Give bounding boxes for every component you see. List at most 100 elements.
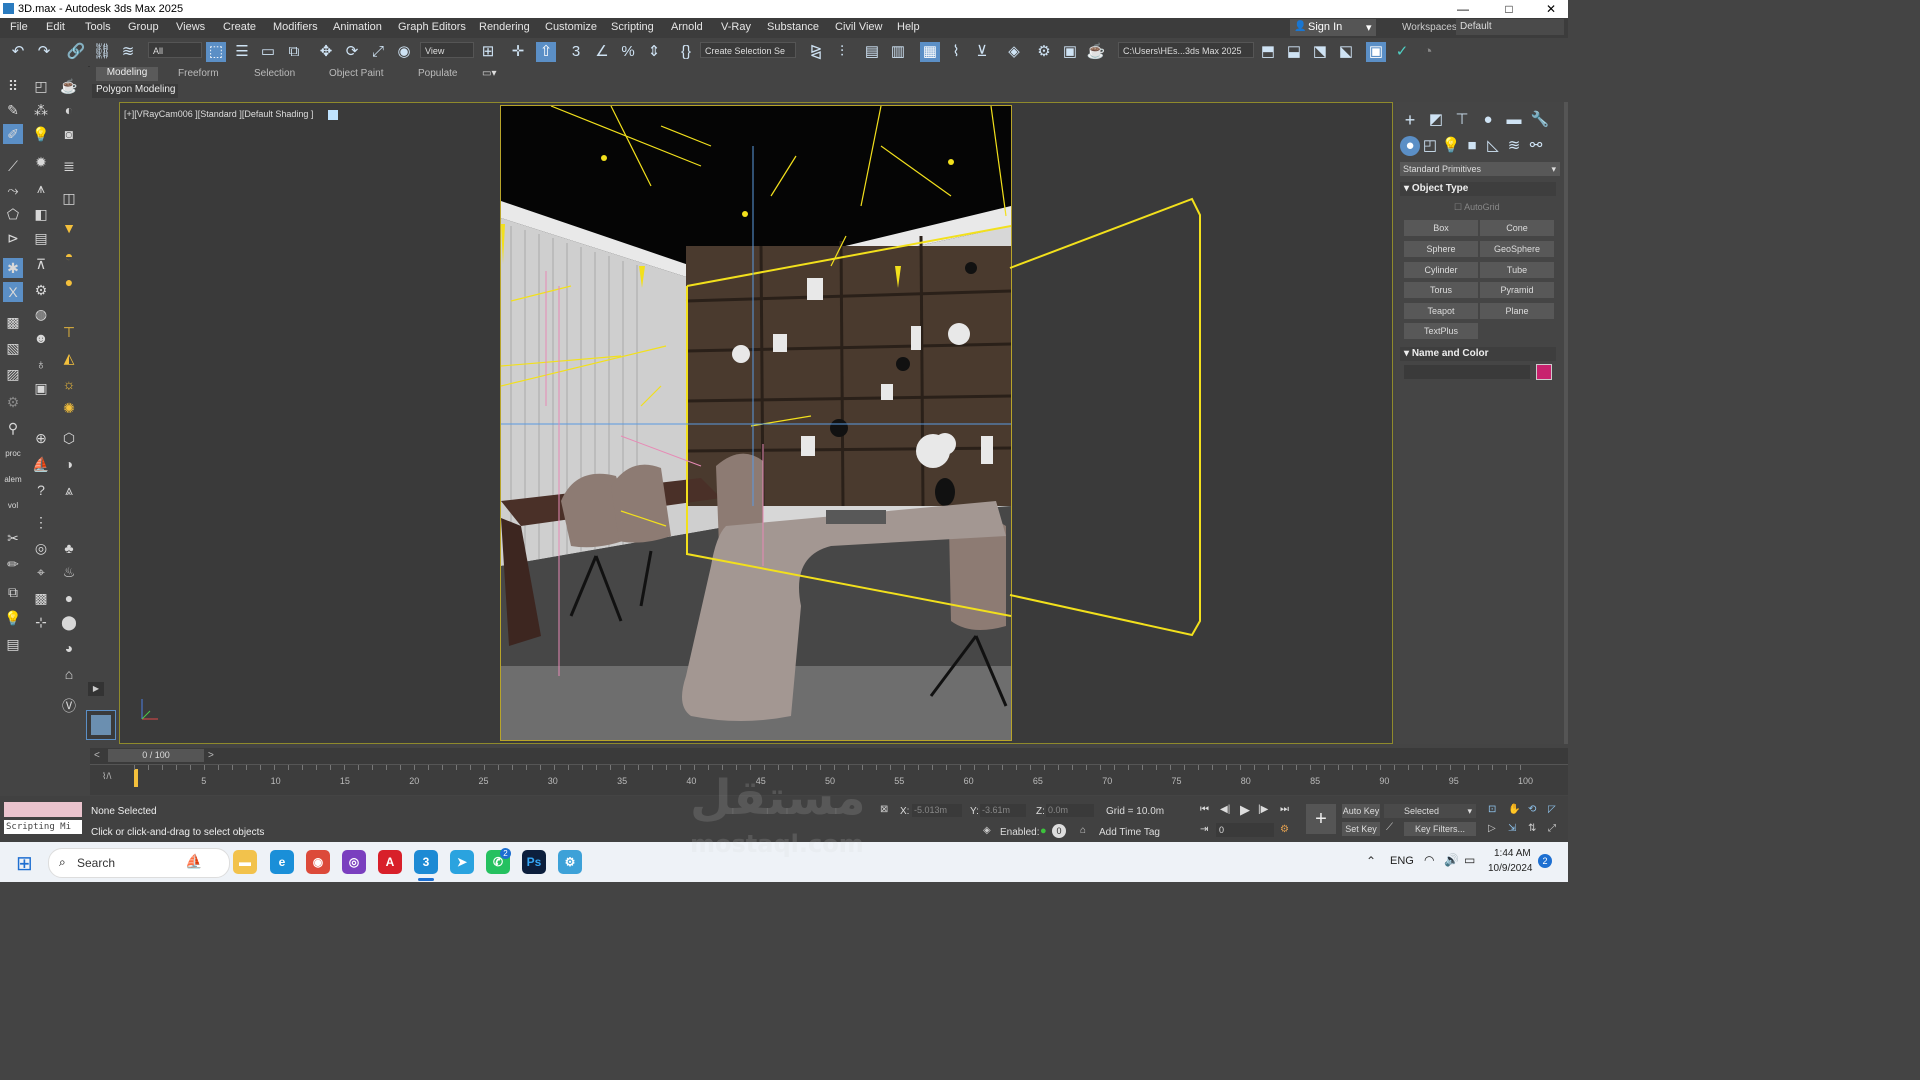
create-geometry-icon[interactable]: ◰ bbox=[31, 76, 51, 96]
vol-icon[interactable]: vol bbox=[3, 496, 23, 516]
mesh-light-icon[interactable]: ◭ bbox=[59, 348, 79, 368]
key-mode-icon[interactable]: ⇥ bbox=[1200, 824, 1208, 835]
pyramid-button[interactable]: Pyramid bbox=[1480, 282, 1554, 298]
enabled-count[interactable]: 0 bbox=[1052, 824, 1066, 838]
maximize-viewport-icon[interactable]: ⤢ bbox=[1548, 823, 1556, 834]
sphere-light-icon[interactable]: ● bbox=[59, 272, 79, 292]
paint-icon[interactable]: ✏ bbox=[3, 554, 23, 574]
clock-time[interactable]: 1:44 AM bbox=[1494, 848, 1531, 859]
pen-icon[interactable]: ✎ bbox=[3, 100, 23, 120]
menu-civil-view[interactable]: Civil View bbox=[835, 21, 882, 33]
project-icon-1[interactable]: ⬒ bbox=[1258, 42, 1278, 62]
time-configuration-icon[interactable]: ⚙ bbox=[1280, 824, 1289, 835]
curve-editor-icon[interactable]: ⌇ bbox=[946, 42, 966, 62]
zoom-extents-icon[interactable]: ⊡ bbox=[1488, 804, 1496, 815]
next-frame-icon[interactable]: |▶ bbox=[1258, 804, 1268, 815]
menu-rendering[interactable]: Rendering bbox=[479, 21, 530, 33]
snap-tool-icon[interactable]: ✱ bbox=[3, 258, 23, 278]
motion-tab-icon[interactable]: ● bbox=[1478, 110, 1498, 130]
x-coordinate-input[interactable]: -5.013m bbox=[912, 804, 962, 817]
place-icon[interactable]: ◉ bbox=[394, 42, 414, 62]
menu-scripting[interactable]: Scripting bbox=[611, 21, 654, 33]
camera-icon[interactable]: ◙ bbox=[59, 124, 79, 144]
z-coordinate-input[interactable]: 0.0m bbox=[1046, 804, 1094, 817]
menu-edit[interactable]: Edit bbox=[46, 21, 65, 33]
menu-help[interactable]: Help bbox=[897, 21, 920, 33]
align-icon[interactable]: ⫶ bbox=[832, 42, 852, 62]
time-slider-next[interactable]: > bbox=[208, 750, 214, 761]
angle-snap-icon[interactable]: ∠ bbox=[592, 42, 612, 62]
arrange-icon[interactable]: ⊹ bbox=[31, 612, 51, 632]
project-icon-4[interactable]: ⬕ bbox=[1336, 42, 1356, 62]
project-icon-3[interactable]: ⬔ bbox=[1310, 42, 1330, 62]
gear-icon[interactable]: ⚙ bbox=[31, 280, 51, 300]
bulb-outline-icon[interactable]: ♁ bbox=[31, 354, 51, 374]
set-key-button[interactable]: Set Key bbox=[1342, 822, 1380, 836]
array-icon[interactable]: ⁂ bbox=[31, 100, 51, 120]
select-tool-icon[interactable]: ⊳ bbox=[3, 228, 23, 248]
lights-category-icon[interactable]: 💡 bbox=[1441, 136, 1461, 156]
torus-button[interactable]: Torus bbox=[1404, 282, 1478, 298]
modify-tab-icon[interactable]: ◩ bbox=[1426, 110, 1446, 130]
current-frame-input[interactable]: 0 bbox=[1216, 823, 1274, 837]
mirror-icon[interactable]: ⧎ bbox=[806, 42, 826, 62]
dolly-camera-icon[interactable]: ⇅ bbox=[1528, 823, 1536, 834]
flame-icon[interactable]: ♨ bbox=[59, 562, 79, 582]
tab-freeform[interactable]: Freeform bbox=[178, 68, 219, 79]
expand-arrow-icon[interactable]: ▶ bbox=[88, 682, 104, 696]
object-color-swatch[interactable] bbox=[1536, 364, 1552, 380]
tab-populate[interactable]: Populate bbox=[418, 68, 457, 79]
rendered-frame-window-icon[interactable]: ▣ bbox=[1060, 42, 1080, 62]
edit-named-selection-icon[interactable]: {} bbox=[676, 42, 696, 62]
network-app-icon[interactable]: ⚙ bbox=[558, 850, 582, 874]
schematic-view-icon[interactable]: ⊻ bbox=[972, 42, 992, 62]
material-editor-icon[interactable]: ◈ bbox=[1004, 42, 1024, 62]
cone-button[interactable]: Cone bbox=[1480, 220, 1554, 236]
undo-icon[interactable]: ↶ bbox=[8, 42, 28, 62]
boat-icon[interactable]: ⛵ bbox=[31, 454, 51, 474]
bulb-small-icon[interactable]: 💡 bbox=[3, 608, 23, 628]
cylinder-button[interactable]: Cylinder bbox=[1404, 262, 1478, 278]
taskbar-search-box[interactable]: ⌕ Search ⛵ bbox=[48, 848, 230, 878]
orbit-icon[interactable]: ⟲ bbox=[1528, 804, 1536, 815]
window-crossing-icon[interactable]: ⧉ bbox=[284, 42, 304, 62]
link-icon[interactable]: 🔗 bbox=[66, 42, 86, 62]
polygon-tool-icon[interactable]: ⬠ bbox=[3, 204, 23, 224]
menu-graph-editors[interactable]: Graph Editors bbox=[398, 21, 466, 33]
chevron-up-icon[interactable]: ⌃ bbox=[1366, 854, 1376, 868]
sun-icon[interactable]: ✹ bbox=[31, 152, 51, 172]
chrome-icon[interactable]: ◉ bbox=[306, 850, 330, 874]
object-icon[interactable]: ◧ bbox=[31, 204, 51, 224]
scene-explorer-icon[interactable]: ▤ bbox=[862, 42, 882, 62]
layer-icon-3[interactable]: ▨ bbox=[3, 364, 23, 384]
maxscript-listener-input[interactable]: Scripting Mi bbox=[4, 820, 82, 834]
time-slider-thumb[interactable]: 0 / 100 bbox=[108, 749, 204, 762]
command-panel-scrollbar[interactable] bbox=[1564, 102, 1568, 744]
menu-substance[interactable]: Substance bbox=[767, 21, 819, 33]
light-bulb-icon[interactable]: 💡 bbox=[31, 124, 51, 144]
menu-arnold[interactable]: Arnold bbox=[671, 21, 703, 33]
menu-customize[interactable]: Customize bbox=[545, 21, 597, 33]
rect-selection-icon[interactable]: ▭ bbox=[258, 42, 278, 62]
xref-icon[interactable]: X bbox=[3, 282, 23, 302]
photoshop-icon[interactable]: Ps bbox=[522, 850, 546, 874]
maxscript-listener-output[interactable] bbox=[4, 802, 82, 817]
ribbon-options-icon[interactable]: ▭▾ bbox=[482, 68, 496, 79]
tab-modeling[interactable]: Modeling bbox=[96, 67, 158, 81]
box-button[interactable]: Box bbox=[1404, 220, 1478, 236]
bind-spacewarp-icon[interactable]: ≋ bbox=[118, 42, 138, 62]
geosphere-button[interactable]: GeoSphere bbox=[1480, 241, 1554, 257]
set-key-big-button[interactable]: + bbox=[1306, 804, 1336, 834]
wifi-icon[interactable]: ◠ bbox=[1424, 853, 1434, 867]
teapot-button[interactable]: Teapot bbox=[1404, 303, 1478, 319]
spacewarps-category-icon[interactable]: ≋ bbox=[1504, 136, 1524, 156]
teapot-icon[interactable]: ☕ bbox=[59, 76, 79, 96]
volume-icon[interactable]: 🔊 bbox=[1444, 853, 1459, 867]
mesh-icon[interactable]: ◍ bbox=[31, 304, 51, 324]
help-icon[interactable]: ? bbox=[31, 480, 51, 500]
tab-object-paint[interactable]: Object Paint bbox=[329, 68, 383, 79]
redo-icon[interactable]: ↷ bbox=[34, 42, 54, 62]
project-folder-select[interactable]: C:\Users\HEs...3ds Max 2025 bbox=[1118, 42, 1254, 58]
list-icon[interactable]: ≣ bbox=[59, 156, 79, 176]
toggle-ribbon-icon[interactable]: ▦ bbox=[920, 42, 940, 62]
